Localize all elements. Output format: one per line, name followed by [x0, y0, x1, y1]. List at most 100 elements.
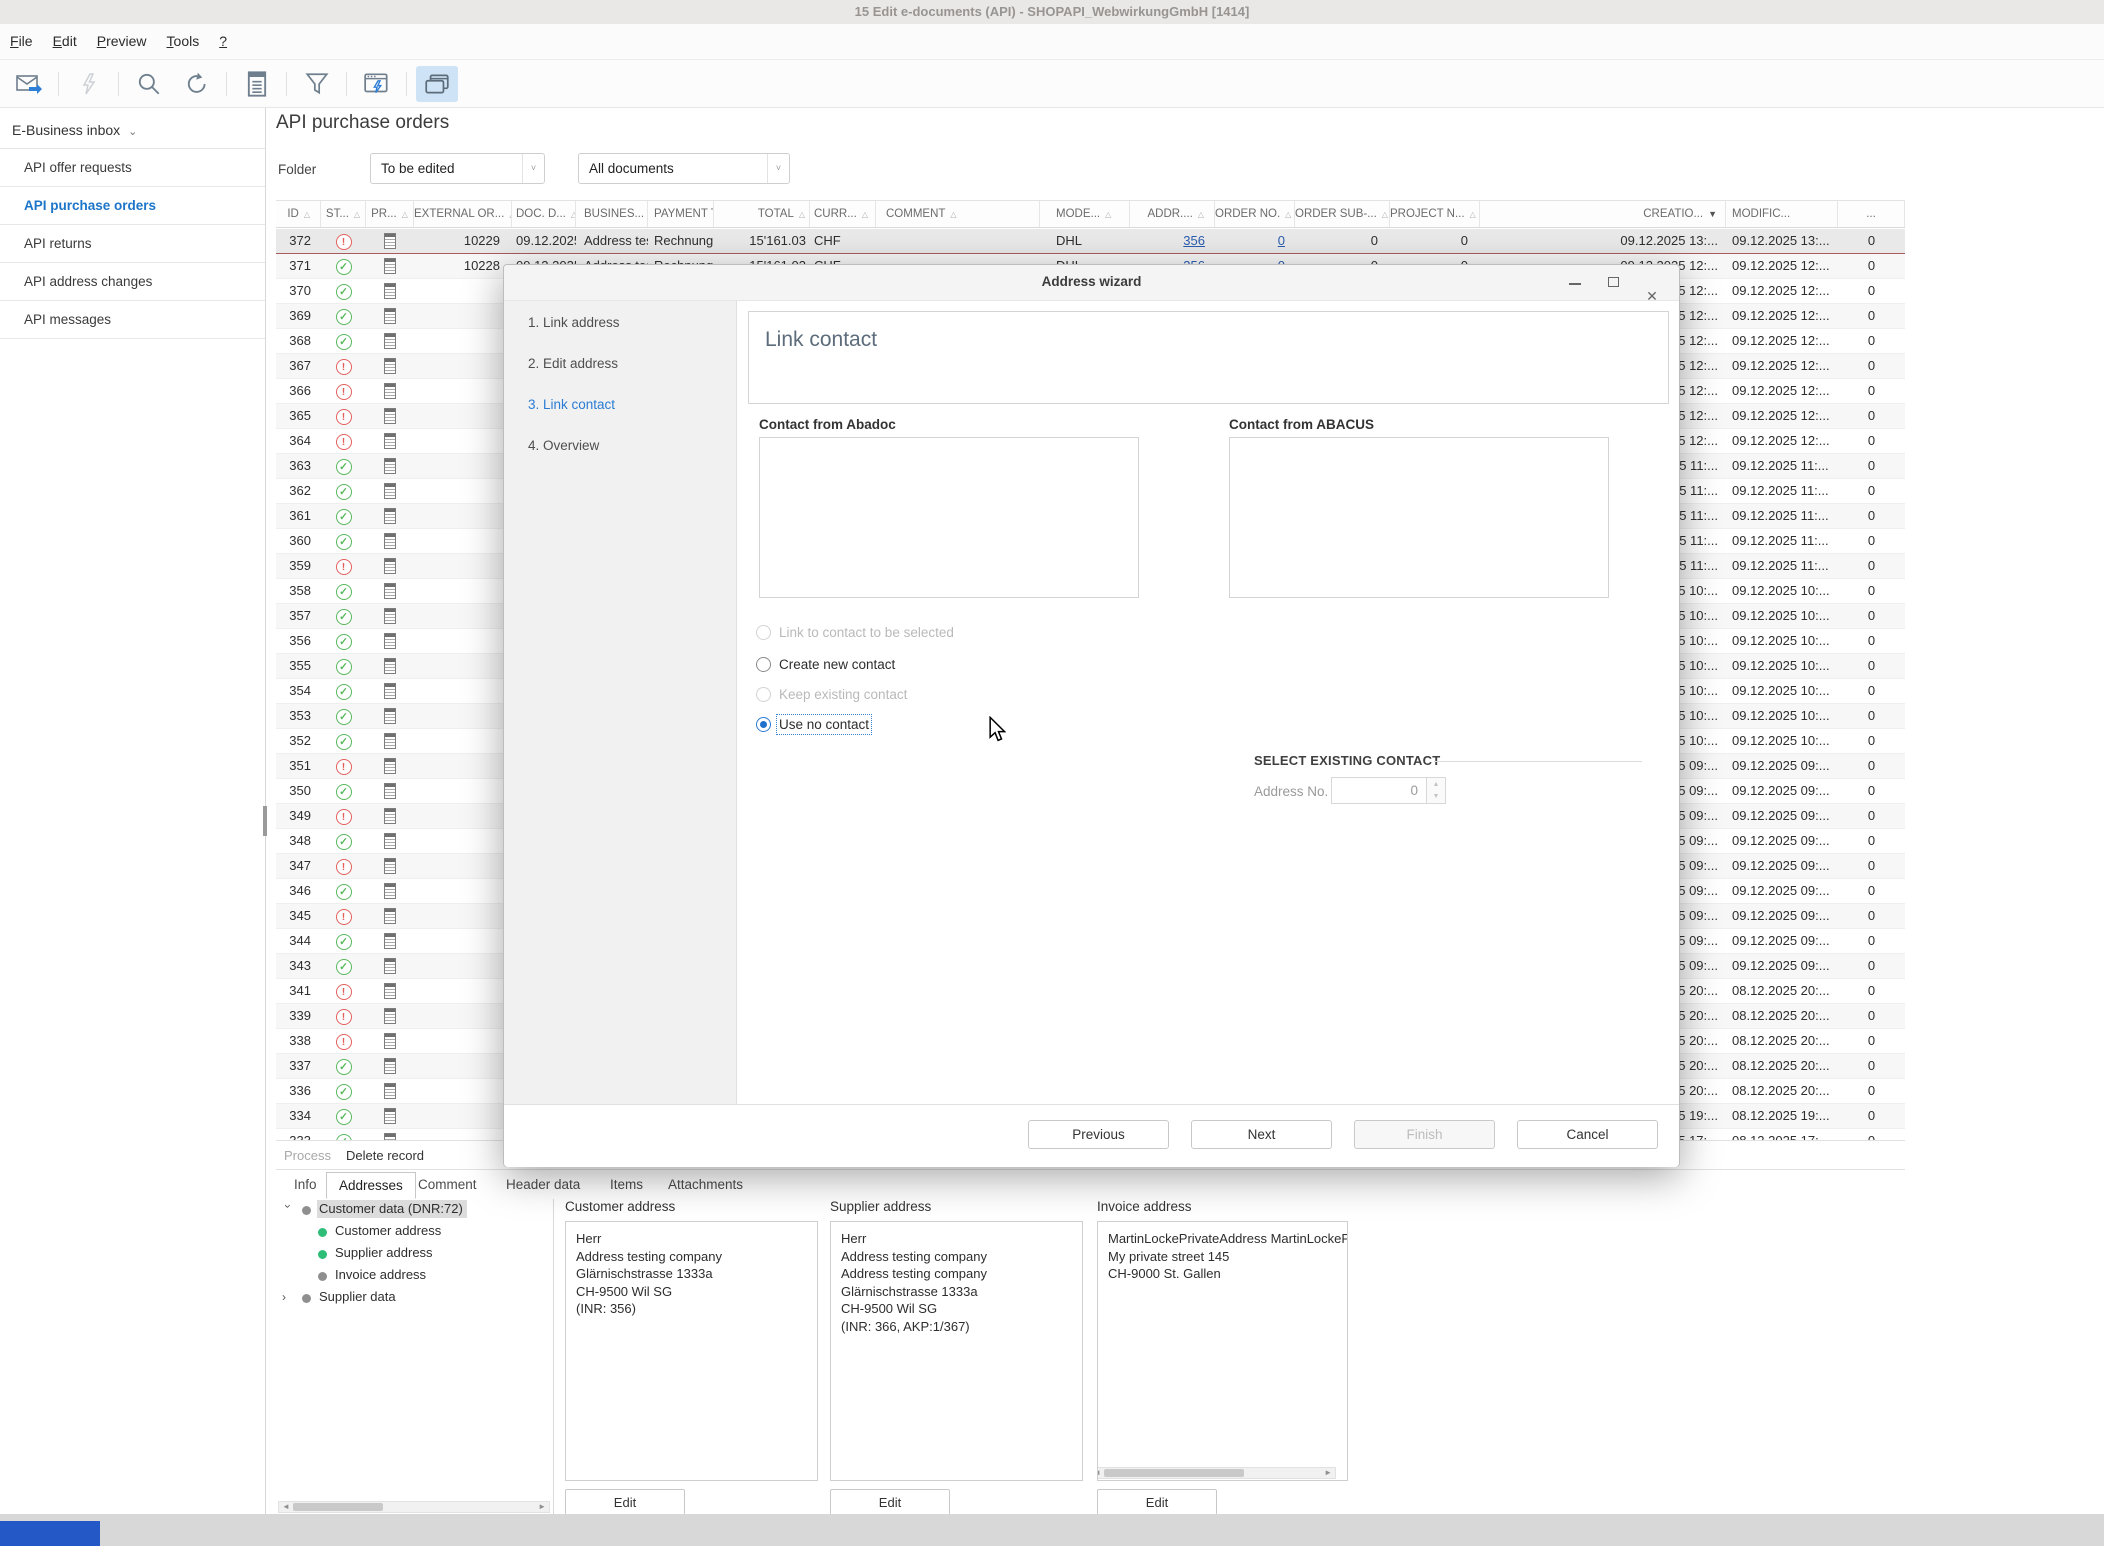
document-icon[interactable] — [384, 333, 396, 349]
scroll-right-icon[interactable]: ► — [1324, 1467, 1332, 1479]
tab-comment[interactable]: Comment — [406, 1172, 489, 1199]
column-header-10[interactable]: MODE... △ — [1040, 201, 1130, 227]
document-icon[interactable] — [384, 633, 396, 649]
sidebar-item-api-offer-requests[interactable]: API offer requests — [0, 149, 265, 187]
send-mail-button[interactable] — [8, 66, 50, 102]
column-header-1[interactable]: ST... △ — [321, 201, 366, 227]
document-icon[interactable] — [384, 758, 396, 774]
document-icon[interactable] — [384, 233, 396, 249]
column-header-3[interactable]: EXTERNAL OR...△ — [414, 201, 512, 227]
abadoc-contact-box[interactable] — [759, 437, 1139, 598]
table-row[interactable]: 372! 10229 09.12.2025 Address testi... Rechn… — [276, 229, 1905, 254]
search-button[interactable] — [128, 66, 170, 102]
customer-address-edit-button[interactable]: Edit — [565, 1489, 685, 1516]
document-icon[interactable] — [384, 458, 396, 474]
scroll-left-icon[interactable]: ◄ — [282, 1501, 290, 1513]
column-header-15[interactable]: CREATIO... ▼ — [1480, 201, 1726, 227]
close-icon[interactable]: ✕ — [1635, 278, 1669, 314]
tree-item-customer-address[interactable]: Customer address — [276, 1221, 553, 1243]
menu-item-tools[interactable]: Tools — [157, 24, 210, 49]
document-icon[interactable] — [384, 933, 396, 949]
column-header-7[interactable]: TOTAL △ — [714, 201, 810, 227]
invoice-address-edit-button[interactable]: Edit — [1097, 1489, 1217, 1516]
tab-addresses[interactable]: Addresses — [326, 1172, 416, 1199]
sidebar-item-api-returns[interactable]: API returns — [0, 225, 265, 263]
tree-item-invoice-address[interactable]: Invoice address — [276, 1265, 553, 1287]
scroll-left-icon[interactable]: ◄ — [1098, 1467, 1101, 1479]
column-header-11[interactable]: ADDR.... △ — [1130, 201, 1215, 227]
column-header-0[interactable]: ID △ — [276, 201, 321, 227]
tree-collapsed-icon[interactable]: › — [282, 1290, 294, 1304]
document-icon[interactable] — [384, 558, 396, 574]
scrollbar-thumb[interactable] — [293, 1503, 383, 1511]
minimize-button[interactable] — [1558, 265, 1592, 301]
tree-item-customer-data-dnr-72-[interactable]: › Customer data (DNR:72) — [276, 1199, 553, 1221]
column-header-8[interactable]: CURR... △ — [810, 201, 876, 227]
document-icon[interactable] — [384, 733, 396, 749]
document-icon[interactable] — [384, 508, 396, 524]
scroll-right-icon[interactable]: ► — [538, 1501, 546, 1513]
document-icon[interactable] — [384, 608, 396, 624]
splitter-handle[interactable] — [263, 806, 267, 836]
column-header-2[interactable]: PR... △ — [366, 201, 414, 227]
column-header-5[interactable]: BUSINES...△ — [576, 201, 648, 227]
document-icon[interactable] — [384, 833, 396, 849]
document-icon[interactable] — [384, 1033, 396, 1049]
filter-button[interactable] — [296, 66, 338, 102]
document-icon[interactable] — [384, 783, 396, 799]
menu-item-file[interactable]: File — [0, 24, 43, 49]
document-icon[interactable] — [384, 808, 396, 824]
document-icon[interactable] — [384, 308, 396, 324]
report-button[interactable] — [236, 66, 278, 102]
maximize-button[interactable] — [1597, 265, 1631, 301]
wizard-step-3[interactable]: 3. Link contact — [504, 383, 736, 424]
address-box-scrollbar[interactable]: ◄► — [1098, 1467, 1336, 1479]
document-icon[interactable] — [384, 1083, 396, 1099]
radio-icon[interactable] — [756, 657, 771, 672]
menu-item-[interactable]: ? — [209, 24, 237, 49]
address-link[interactable]: 356 — [1183, 233, 1205, 248]
column-header-13[interactable]: ORDER SUB-... △ — [1295, 201, 1390, 227]
folder-select[interactable]: To be edited ˅ — [370, 153, 545, 184]
customer-address-box[interactable]: Herr Address testing company Glärnischstra… — [565, 1221, 818, 1481]
tab-header-data[interactable]: Header data — [494, 1172, 592, 1199]
sidebar-item-api-purchase-orders[interactable]: API purchase orders — [0, 187, 265, 225]
next-button[interactable]: Next — [1191, 1120, 1332, 1149]
radio-icon[interactable] — [756, 717, 771, 732]
document-icon[interactable] — [384, 383, 396, 399]
cancel-button[interactable]: Cancel — [1517, 1120, 1658, 1149]
documents-select[interactable]: All documents ˅ — [578, 153, 790, 184]
sidebar-item-api-messages[interactable]: API messages — [0, 301, 265, 339]
menu-item-edit[interactable]: Edit — [43, 24, 87, 49]
menu-item-preview[interactable]: Preview — [87, 24, 157, 49]
column-header-16[interactable]: MODIFIC... — [1726, 201, 1838, 227]
windows-overlap-button[interactable] — [416, 66, 458, 102]
wizard-step-2[interactable]: 2. Edit address — [504, 342, 736, 383]
document-icon[interactable] — [384, 1058, 396, 1074]
previous-button[interactable]: Previous — [1028, 1120, 1169, 1149]
document-icon[interactable] — [384, 1133, 396, 1140]
refresh-button[interactable] — [176, 66, 218, 102]
tree-item-supplier-data[interactable]: › Supplier data — [276, 1287, 553, 1309]
abacus-contact-box[interactable] — [1229, 437, 1609, 598]
wizard-step-4[interactable]: 4. Overview — [504, 424, 736, 465]
document-icon[interactable] — [384, 658, 396, 674]
tab-attachments[interactable]: Attachments — [656, 1172, 755, 1199]
column-header-4[interactable]: DOC. D...△ — [512, 201, 576, 227]
window-lightning-button[interactable] — [356, 66, 398, 102]
column-header-9[interactable]: COMMENT △ — [876, 201, 1040, 227]
column-header-12[interactable]: ORDER NO. △ — [1215, 201, 1295, 227]
document-icon[interactable] — [384, 283, 396, 299]
column-header-6[interactable]: PAYMENT T...△ — [648, 201, 714, 227]
sidebar-header[interactable]: E-Business inbox ⌄ — [0, 108, 265, 149]
document-icon[interactable] — [384, 258, 396, 274]
document-icon[interactable] — [384, 483, 396, 499]
supplier-address-edit-button[interactable]: Edit — [830, 1489, 950, 1516]
document-icon[interactable] — [384, 683, 396, 699]
wizard-step-1[interactable]: 1. Link address — [504, 301, 736, 342]
invoice-address-box[interactable]: MartinLockePrivateAddress MartinLockeP My… — [1097, 1221, 1348, 1481]
document-icon[interactable] — [384, 433, 396, 449]
document-icon[interactable] — [384, 1108, 396, 1124]
tab-items[interactable]: Items — [598, 1172, 655, 1199]
document-icon[interactable] — [384, 708, 396, 724]
